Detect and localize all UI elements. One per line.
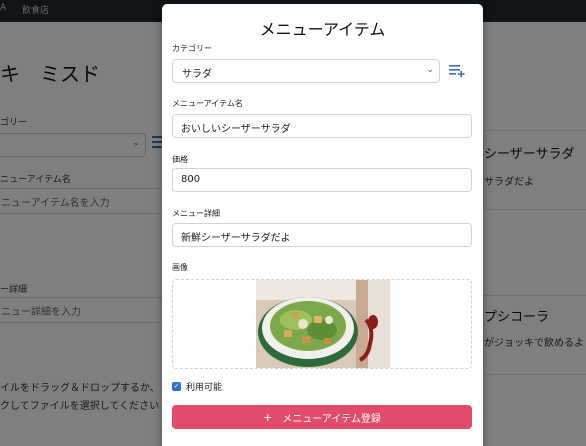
menu-item-modal: メニューアイテム カテゴリー サラダ ⌄ メニューアイテム名 おいしいシーザーサ… — [162, 4, 483, 446]
category-select-value: サラダ — [182, 69, 212, 80]
available-checkbox-row[interactable]: ✓ 利用可能 — [172, 380, 222, 393]
modal-title: メニューアイテム — [259, 20, 386, 39]
register-menu-item-button[interactable]: + メニューアイテム登録 — [172, 405, 472, 429]
detail-label: メニュー詳細 — [172, 209, 220, 218]
salad-image — [256, 280, 390, 368]
plus-icon: + — [263, 410, 273, 424]
image-label: 画像 — [172, 263, 188, 272]
category-label: カテゴリー — [172, 44, 212, 53]
item-name-input[interactable]: おいしいシーザーサラダ — [172, 114, 472, 138]
price-input[interactable]: 800 — [172, 168, 472, 192]
detail-input[interactable]: 新鮮シーザーサラダだよ — [172, 223, 472, 247]
available-label: 利用可能 — [186, 383, 223, 393]
available-checkbox[interactable]: ✓ — [172, 382, 181, 391]
chevron-down-icon: ⌄ — [426, 65, 434, 75]
register-button-label: メニューアイテム登録 — [282, 413, 381, 425]
category-select[interactable]: サラダ ⌄ — [172, 59, 440, 83]
price-label: 価格 — [172, 155, 188, 164]
item-name-label: メニューアイテム名 — [172, 99, 243, 108]
image-dropzone[interactable] — [172, 279, 472, 369]
playlist-add-icon[interactable] — [449, 64, 465, 78]
